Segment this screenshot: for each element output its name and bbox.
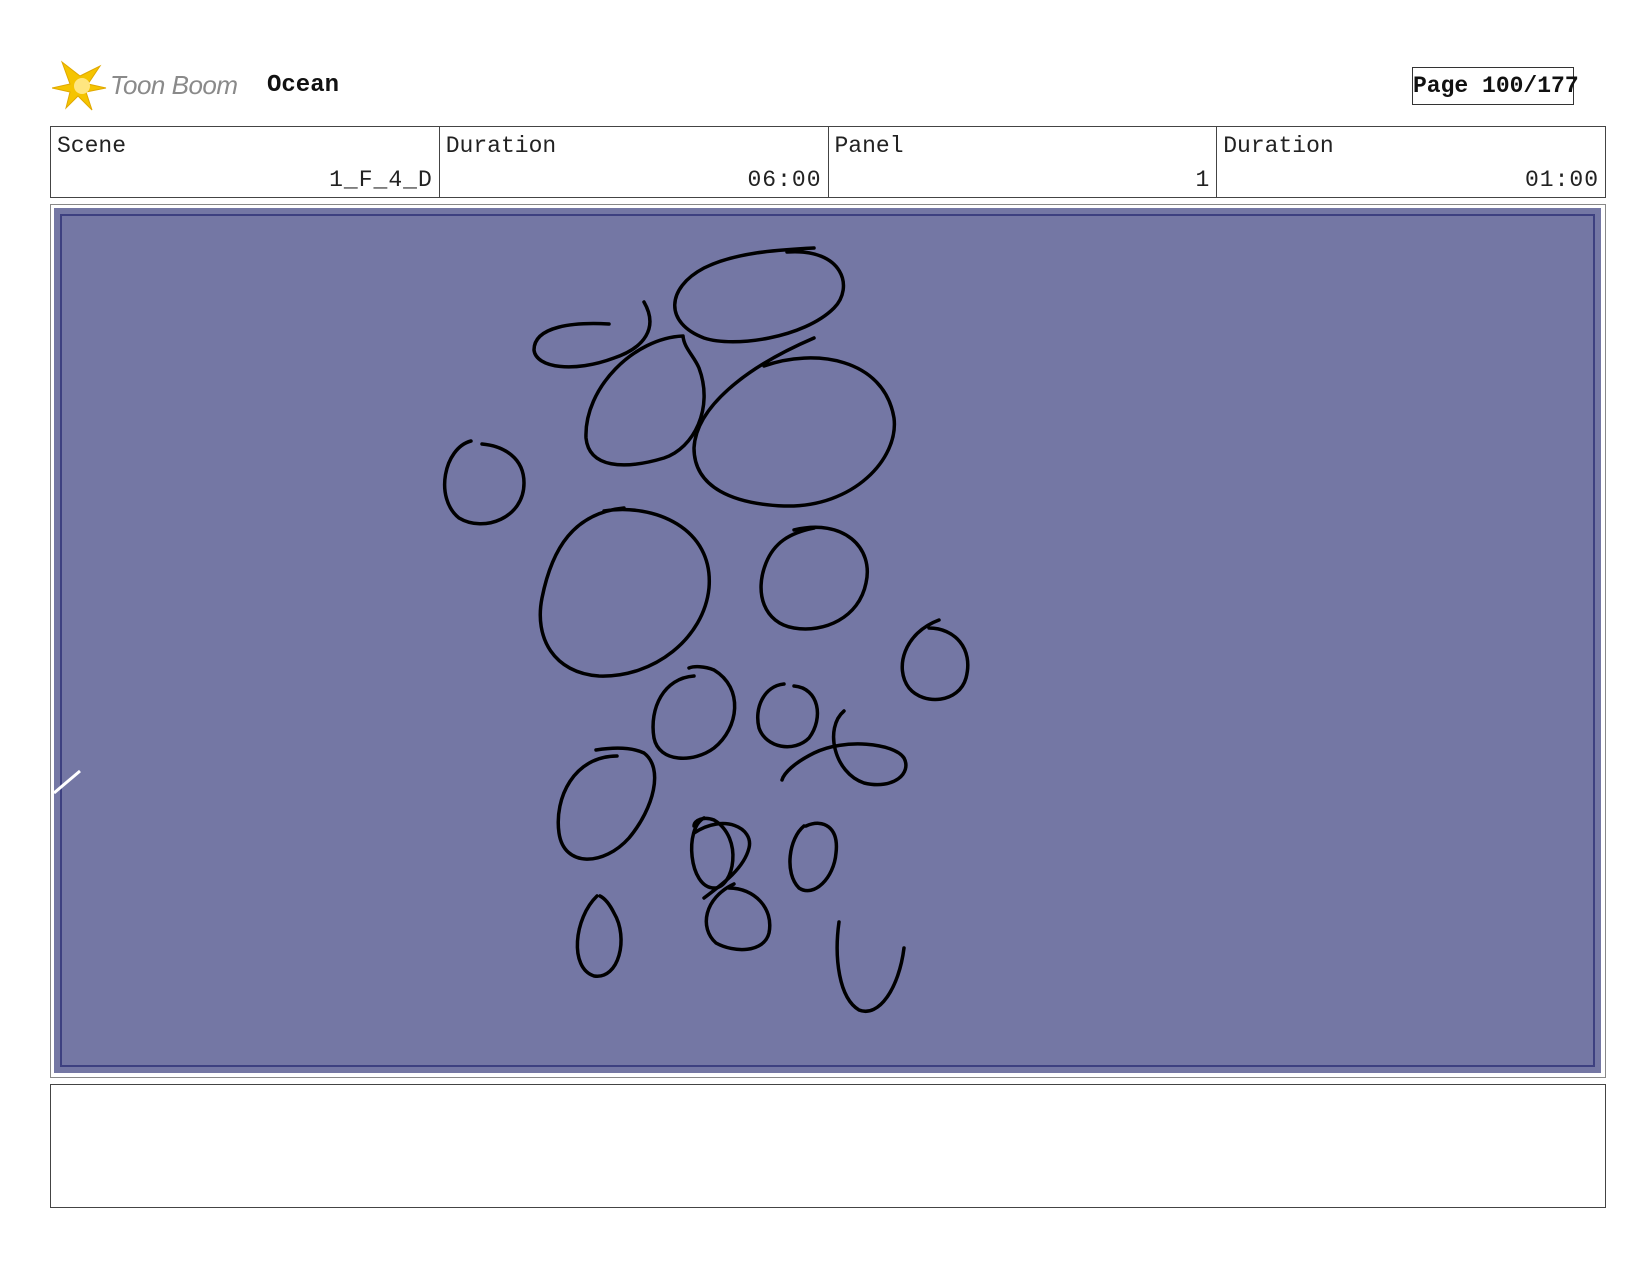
- scene-cell: Scene 1_F_4_D: [51, 127, 440, 197]
- scene-info-table: Scene 1_F_4_D Duration 06:00 Panel 1 Dur…: [50, 126, 1606, 198]
- scene-label: Scene: [57, 133, 127, 159]
- scene-duration-cell: Duration 06:00: [440, 127, 829, 197]
- page-indicator: Page 100/177: [1412, 67, 1579, 105]
- panel-label: Panel: [834, 133, 904, 159]
- starburst-icon: [52, 60, 107, 111]
- panel-value: 1: [1195, 167, 1211, 193]
- panel-cell: Panel 1: [829, 127, 1218, 197]
- scene-duration-label: Duration: [445, 133, 557, 159]
- panel-artwork: [54, 208, 1601, 1073]
- panel-notes-box: [50, 1084, 1606, 1208]
- panel-duration-label: Duration: [1223, 133, 1334, 159]
- bubbles-sketch: [54, 214, 1595, 1067]
- scene-value: 1_F_4_D: [329, 167, 433, 193]
- scene-duration-value: 06:00: [747, 167, 822, 193]
- storyboard-panel: [50, 204, 1606, 1078]
- logo-text: Toon Boom: [110, 70, 238, 100]
- toon-boom-logo: Toon Boom: [52, 58, 252, 112]
- project-title: Ocean: [267, 72, 340, 99]
- panel-duration-cell: Duration 01:00: [1217, 127, 1605, 197]
- panel-duration-value: 01:00: [1524, 167, 1599, 193]
